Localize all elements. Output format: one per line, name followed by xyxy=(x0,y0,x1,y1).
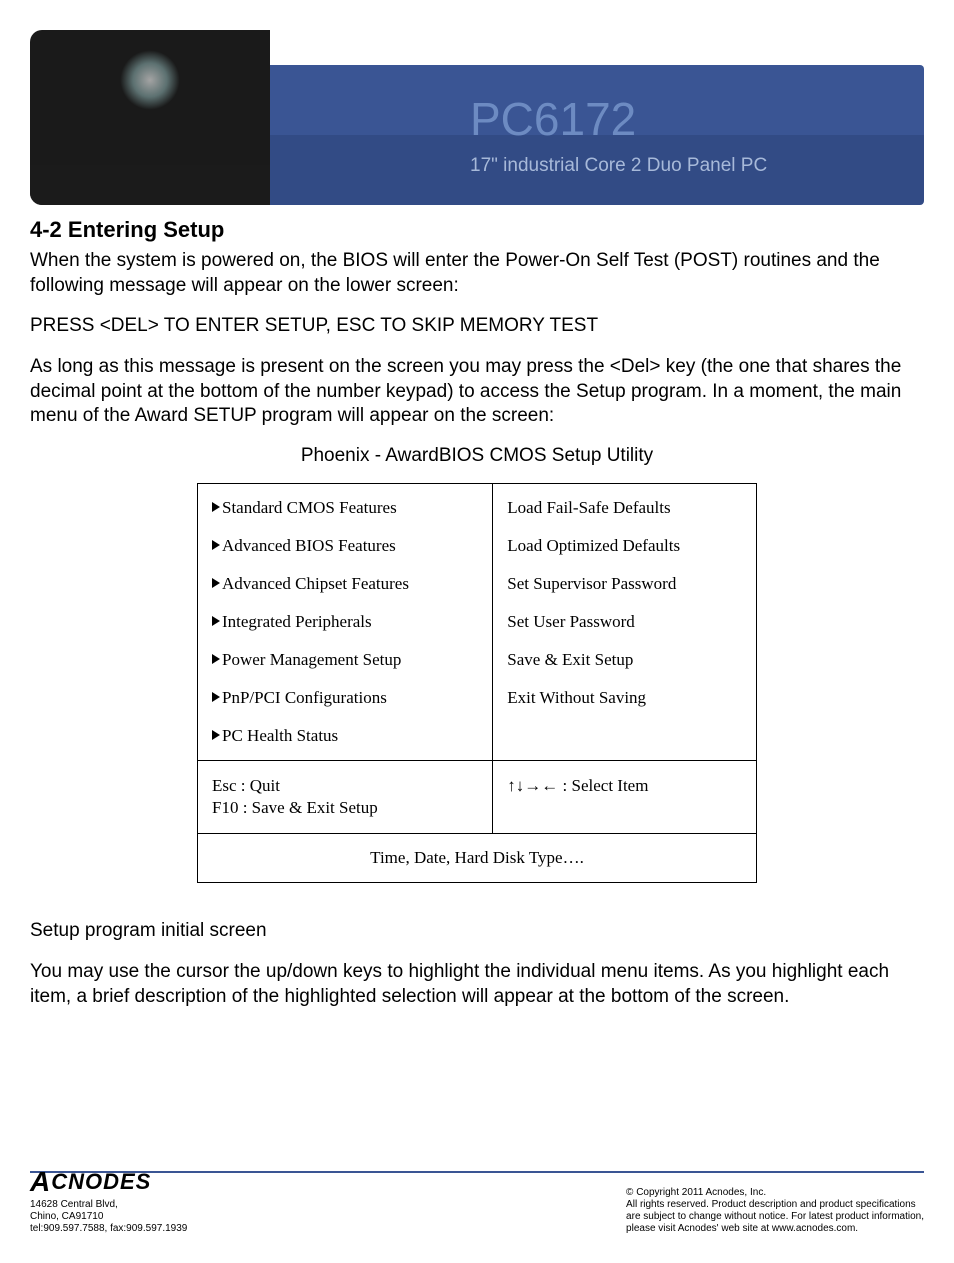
menu-label: Advanced BIOS Features xyxy=(222,536,396,555)
menu-item: Integrated Peripherals xyxy=(212,612,478,632)
bios-utility-title: Phoenix - AwardBIOS CMOS Setup Utility xyxy=(30,445,924,467)
bios-left-column: Standard CMOS Features Advanced BIOS Fea… xyxy=(198,484,493,761)
menu-item: Set User Password xyxy=(507,612,742,632)
menu-item: Load Optimized Defaults xyxy=(507,536,742,556)
menu-item: Load Fail-Safe Defaults xyxy=(507,498,742,518)
footer-address: Chino, CA91710 xyxy=(30,1211,187,1223)
page-content: 4-2 Entering Setup When the system is po… xyxy=(30,217,924,1009)
product-subtitle: 17" industrial Core 2 Duo Panel PC xyxy=(470,155,767,177)
menu-item: PC Health Status xyxy=(212,726,478,746)
nav-right: ↑↓→← : Select Item xyxy=(493,761,757,834)
footer-right: © Copyright 2011 Acnodes, Inc. All right… xyxy=(626,1187,924,1235)
menu-item: Advanced BIOS Features xyxy=(212,536,478,556)
menu-label: Load Fail-Safe Defaults xyxy=(507,498,670,517)
hint-text: Time, Date, Hard Disk Type…. xyxy=(198,834,757,883)
copyright-line: are subject to change without notice. Fo… xyxy=(626,1211,924,1223)
triangle-icon xyxy=(212,502,220,512)
menu-label: Exit Without Saving xyxy=(507,688,646,707)
page-footer: ACNODES 14628 Central Blvd, Chino, CA917… xyxy=(30,1165,924,1235)
paragraph: Setup program initial screen xyxy=(30,919,924,944)
menu-item: Set Supervisor Password xyxy=(507,574,742,594)
menu-label: Set Supervisor Password xyxy=(507,574,676,593)
banner-background: PC6172 17" industrial Core 2 Duo Panel P… xyxy=(270,65,924,205)
acnodes-logo: ACNODES xyxy=(30,1165,187,1199)
menu-item: Exit Without Saving xyxy=(507,688,742,708)
triangle-icon xyxy=(212,730,220,740)
menu-label: PC Health Status xyxy=(222,726,338,745)
menu-label: Standard CMOS Features xyxy=(222,498,397,517)
triangle-icon xyxy=(212,578,220,588)
copyright-line: © Copyright 2011 Acnodes, Inc. xyxy=(626,1187,924,1199)
triangle-icon xyxy=(212,692,220,702)
bios-right-column: Load Fail-Safe Defaults Load Optimized D… xyxy=(493,484,757,761)
paragraph: When the system is powered on, the BIOS … xyxy=(30,249,924,298)
menu-label: Set User Password xyxy=(507,612,635,631)
triangle-icon xyxy=(212,540,220,550)
banner-photo xyxy=(30,30,270,205)
menu-item: PnP/PCI Configurations xyxy=(212,688,478,708)
menu-label: Advanced Chipset Features xyxy=(222,574,409,593)
section-heading: 4-2 Entering Setup xyxy=(30,217,924,243)
menu-label: Save & Exit Setup xyxy=(507,650,633,669)
triangle-icon xyxy=(212,654,220,664)
menu-label: PnP/PCI Configurations xyxy=(222,688,387,707)
menu-label: Power Management Setup xyxy=(222,650,401,669)
copyright-line: please visit Acnodes' web site at www.ac… xyxy=(626,1223,924,1235)
triangle-icon xyxy=(212,616,220,626)
paragraph: PRESS <DEL> TO ENTER SETUP, ESC TO SKIP … xyxy=(30,314,924,339)
footer-left: ACNODES 14628 Central Blvd, Chino, CA917… xyxy=(30,1165,187,1235)
menu-label: Integrated Peripherals xyxy=(222,612,372,631)
menu-item: Save & Exit Setup xyxy=(507,650,742,670)
bios-menu-table: Standard CMOS Features Advanced BIOS Fea… xyxy=(197,483,757,883)
copyright-line: All rights reserved. Product description… xyxy=(626,1199,924,1211)
product-title: PC6172 xyxy=(470,92,636,146)
footer-address: 14628 Central Blvd, xyxy=(30,1199,187,1211)
paragraph: You may use the cursor the up/down keys … xyxy=(30,960,924,1009)
menu-item: Power Management Setup xyxy=(212,650,478,670)
menu-label: Load Optimized Defaults xyxy=(507,536,680,555)
menu-item: Standard CMOS Features xyxy=(212,498,478,518)
header-banner: PC6172 17" industrial Core 2 Duo Panel P… xyxy=(30,30,924,205)
footer-contact: tel:909.597.7588, fax:909.597.1939 xyxy=(30,1223,187,1235)
menu-item: Advanced Chipset Features xyxy=(212,574,478,594)
paragraph: As long as this message is present on th… xyxy=(30,355,924,429)
nav-left: Esc : Quit F10 : Save & Exit Setup xyxy=(198,761,493,834)
